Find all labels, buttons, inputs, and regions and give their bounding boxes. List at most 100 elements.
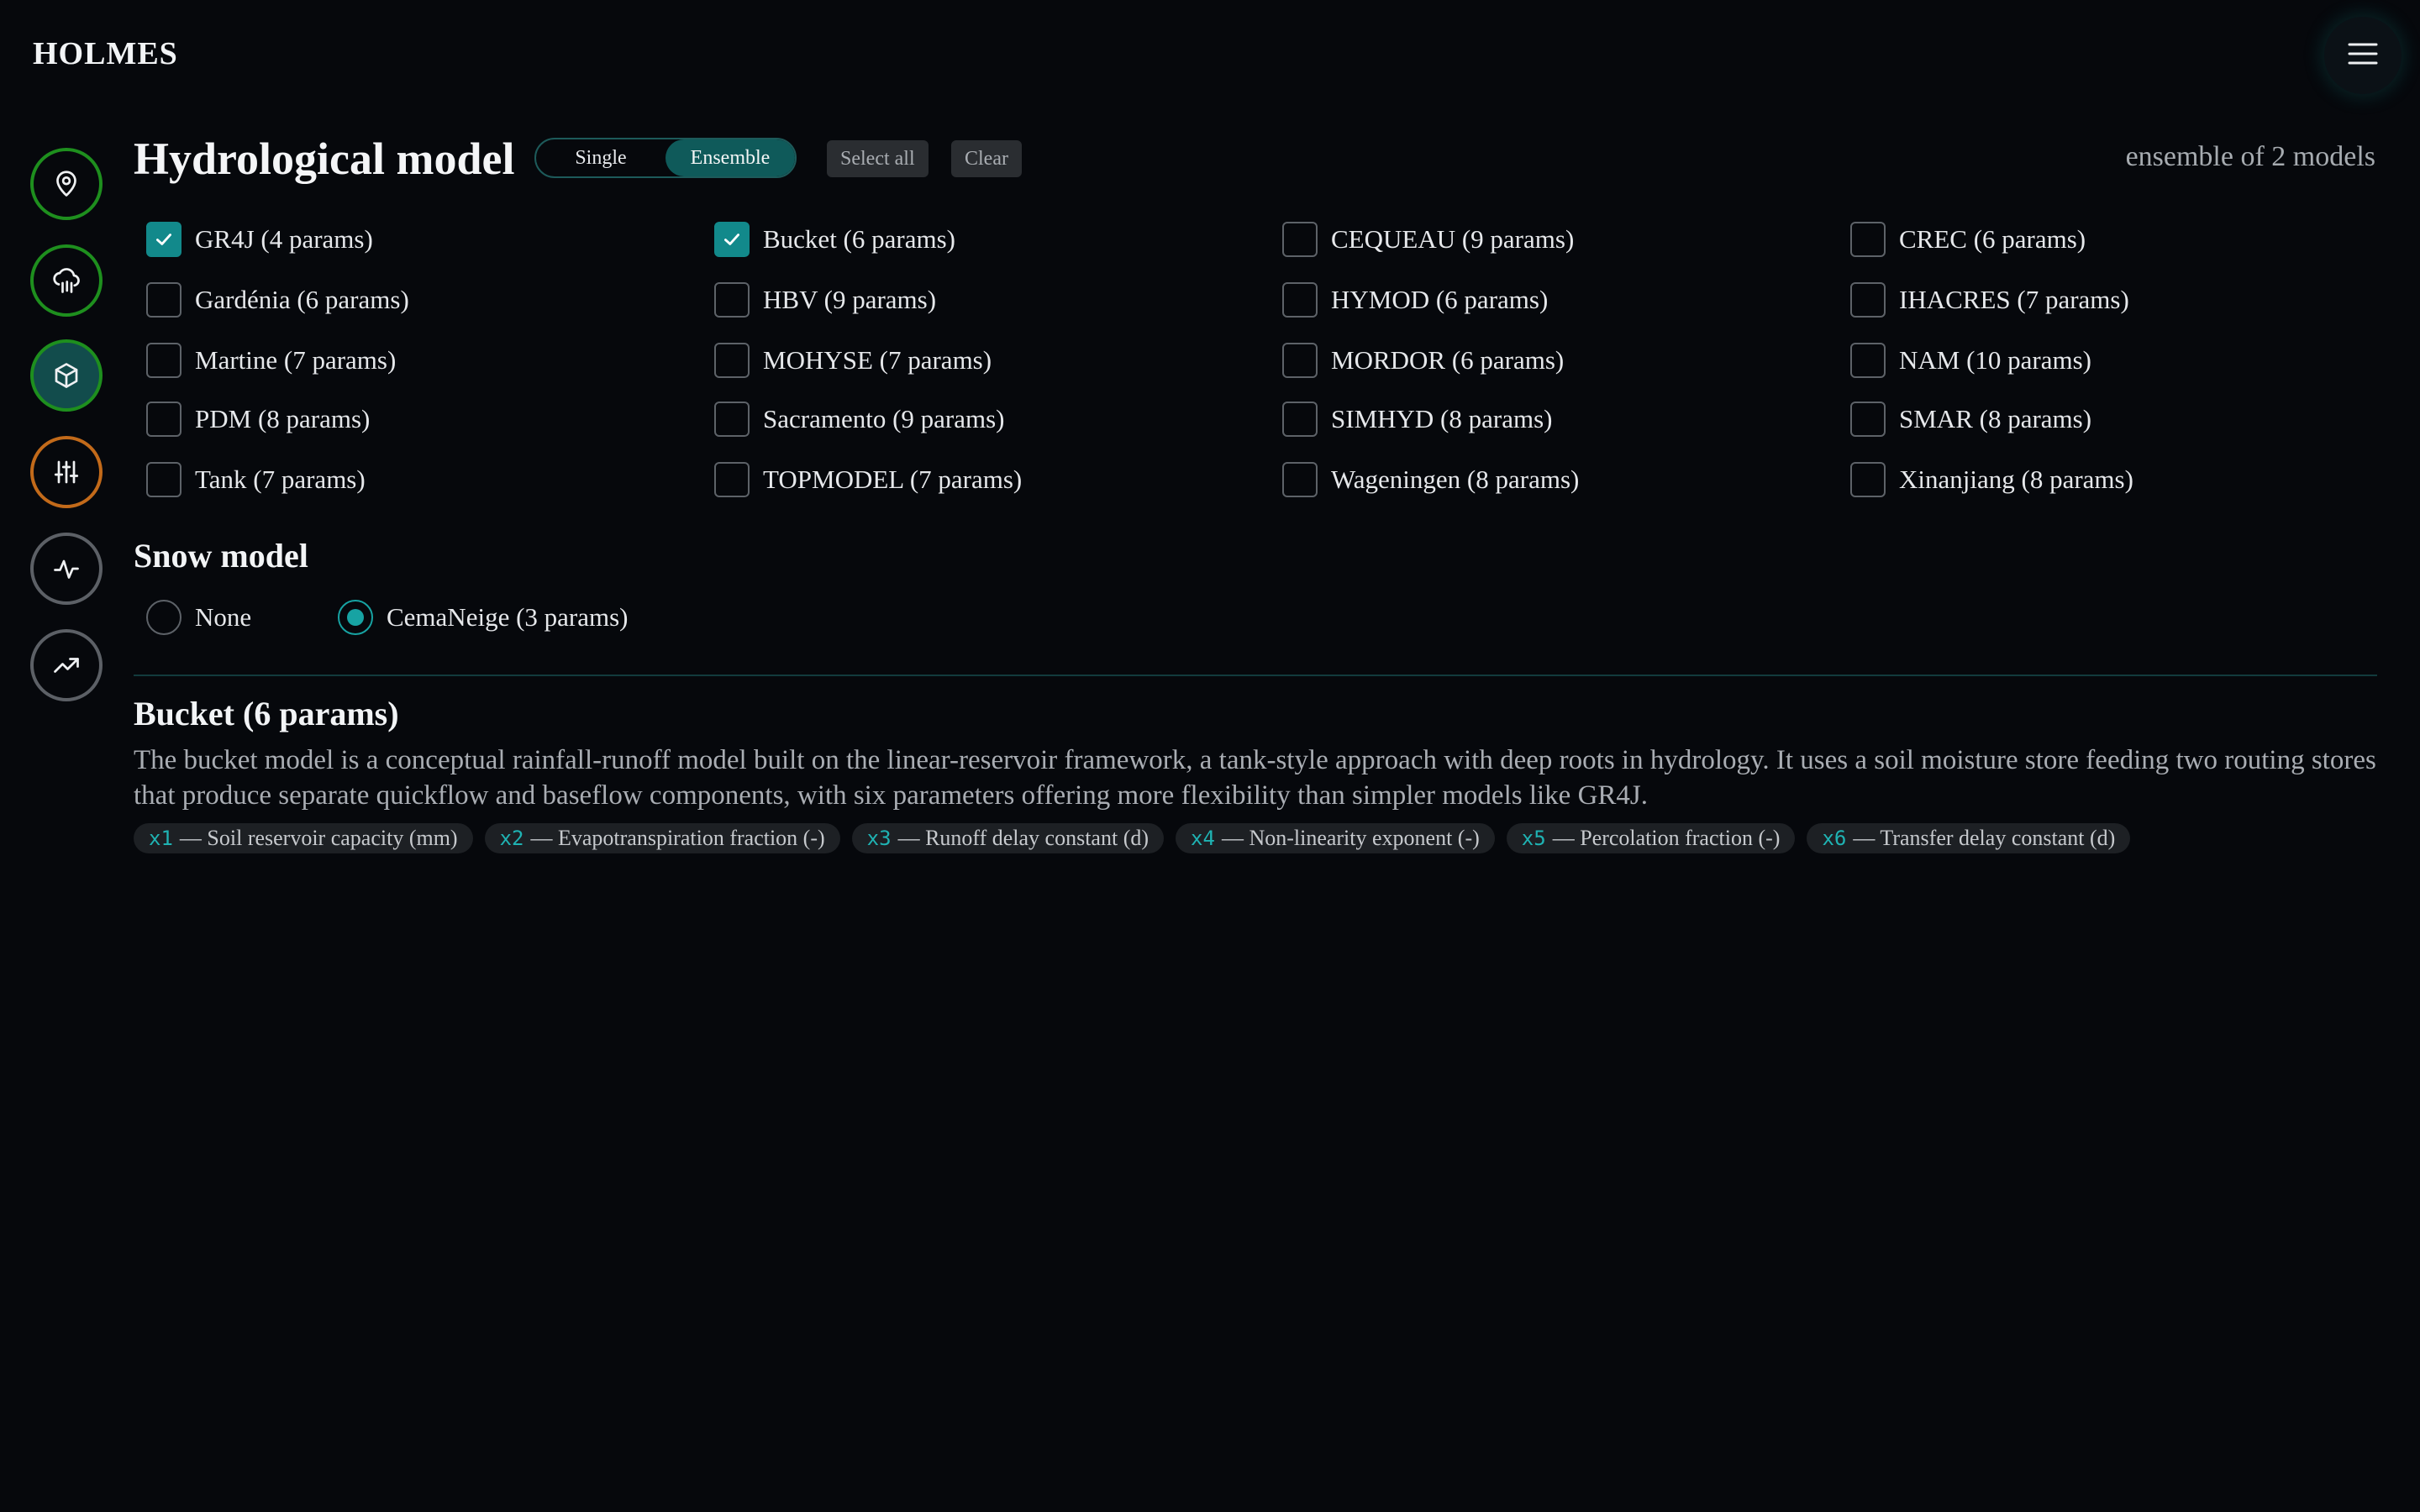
map-pin-icon [56,171,76,197]
param-chip: x2 — Evapotranspiration fraction (-) [484,823,840,853]
model-checkbox[interactable] [1282,462,1318,497]
model-option[interactable]: GR4J (4 params) [146,222,373,257]
param-code: x2 [499,827,524,850]
radio-cemaneige[interactable] [338,600,373,635]
model-option[interactable]: CREC (6 params) [1850,222,2086,257]
rail-projection-button[interactable] [30,629,103,701]
param-code: x5 [1521,827,1546,850]
hydro-title: Hydrological model [134,134,515,184]
model-option[interactable]: Sacramento (9 params) [714,402,1005,437]
model-option[interactable]: CEQUEAU (9 params) [1282,222,1574,257]
model-label: MOHYSE (7 params) [763,345,992,375]
param-text: — Runoff delay constant (d) [897,826,1150,850]
model-label: MORDOR (6 params) [1331,345,1565,375]
radio-none[interactable] [146,600,182,635]
param-chip: x4 — Non-linearity exponent (-) [1176,823,1495,853]
model-checkbox[interactable] [146,462,182,497]
model-option[interactable]: PDM (8 params) [146,402,370,437]
model-label: IHACRES (7 params) [1899,285,2129,314]
param-chip: x1 — Soil reservoir capacity (mm) [134,823,473,853]
detail-title: Bucket (6 params) [134,695,399,732]
model-checkbox[interactable] [146,402,182,437]
model-option[interactable]: Gardénia (6 params) [146,282,409,318]
activity-icon [54,559,79,579]
model-checkbox[interactable] [1850,462,1886,497]
snow-title: Snow model [134,537,308,575]
model-option[interactable]: SIMHYD (8 params) [1282,402,1552,437]
model-option[interactable]: Martine (7 params) [146,343,396,378]
param-chip: x3— Runoff delay constant (d) [851,823,1165,853]
snow-option-cemaneige[interactable]: CemaNeige (3 params) [338,600,629,635]
trending-up-icon [54,658,79,673]
model-checkbox[interactable] [1282,402,1318,437]
model-label: Xinanjiang (8 params) [1899,465,2133,494]
model-option[interactable]: MORDOR (6 params) [1282,343,1564,378]
param-chip: x5 — Percolation fraction (-) [1506,823,1796,853]
model-checkbox[interactable] [714,402,750,437]
model-checkbox[interactable] [714,462,750,497]
param-chip: x6 — Transfer delay constant (d) [1807,823,2131,853]
rail-weather-button[interactable] [30,244,103,317]
model-checkbox[interactable] [1850,402,1886,437]
snow-option-label: CemaNeige (3 params) [387,602,629,632]
model-label: PDM (8 params) [195,404,371,433]
model-option[interactable]: HBV (9 params) [714,282,936,318]
model-option[interactable]: MOHYSE (7 params) [714,343,992,378]
cube-icon [55,363,78,388]
param-code: x1 [149,827,173,850]
model-checkbox[interactable] [146,282,182,318]
model-option[interactable]: Wageningen (8 params) [1282,462,1579,497]
param-text: — Transfer delay constant (d) [1853,826,2116,850]
model-option[interactable]: Xinanjiang (8 params) [1850,462,2133,497]
model-label: NAM (10 params) [1899,345,2092,375]
section-divider [134,675,2377,676]
model-label: HYMOD (6 params) [1331,285,1549,314]
model-label: Sacramento (9 params) [763,404,1005,433]
model-checkbox[interactable] [1850,222,1886,257]
rail-location-button[interactable] [30,148,103,220]
param-code: x6 [1822,827,1847,850]
param-code: x4 [1191,827,1215,850]
model-option[interactable]: Tank (7 params) [146,462,366,497]
model-label: Gardénia (6 params) [195,285,409,314]
model-label: Martine (7 params) [195,345,397,375]
snow-option-none[interactable]: None [146,600,251,635]
model-option[interactable]: Bucket (6 params) [714,222,955,257]
check-icon [156,234,171,245]
model-checkbox[interactable] [714,222,750,257]
model-option[interactable]: TOPMODEL (7 params) [714,462,1022,497]
model-label: SMAR (8 params) [1899,404,2092,433]
rail-calibration-button[interactable] [30,436,103,508]
model-checkbox[interactable] [1850,343,1886,378]
model-label: HBV (9 params) [763,285,937,314]
param-text: — Evapotranspiration fraction (-) [530,826,825,850]
model-checkbox[interactable] [146,343,182,378]
app-root: HOLMES Hydrological model Single Ensembl… [0,0,2420,1512]
model-checkbox[interactable] [714,282,750,318]
model-option[interactable]: SMAR (8 params) [1850,402,2091,437]
model-label: TOPMODEL (7 params) [763,465,1023,494]
param-text: — Soil reservoir capacity (mm) [179,826,458,850]
brand-logo[interactable]: HOLMES [33,35,178,72]
model-label: CEQUEAU (9 params) [1331,224,1575,254]
menu-button[interactable] [2324,17,2402,94]
clear-button[interactable]: Clear [951,140,1022,177]
model-label: Wageningen (8 params) [1331,465,1580,494]
mode-ensemble-button[interactable]: Ensemble [666,139,795,176]
select-all-button[interactable]: Select all [827,140,929,177]
sliders-icon [54,460,79,484]
model-checkbox[interactable] [1282,222,1318,257]
model-checkbox[interactable] [1850,282,1886,318]
param-text: — Percolation fraction (-) [1552,826,1781,850]
model-checkbox[interactable] [1282,343,1318,378]
model-checkbox[interactable] [714,343,750,378]
rail-model-button[interactable] [30,339,103,412]
mode-single-button[interactable]: Single [536,139,666,176]
model-option[interactable]: NAM (10 params) [1850,343,2091,378]
model-option[interactable]: IHACRES (7 params) [1850,282,2129,318]
model-checkbox[interactable] [146,222,182,257]
model-label: CREC (6 params) [1899,224,2086,254]
model-option[interactable]: HYMOD (6 params) [1282,282,1548,318]
model-checkbox[interactable] [1282,282,1318,318]
rail-simulation-button[interactable] [30,533,103,605]
